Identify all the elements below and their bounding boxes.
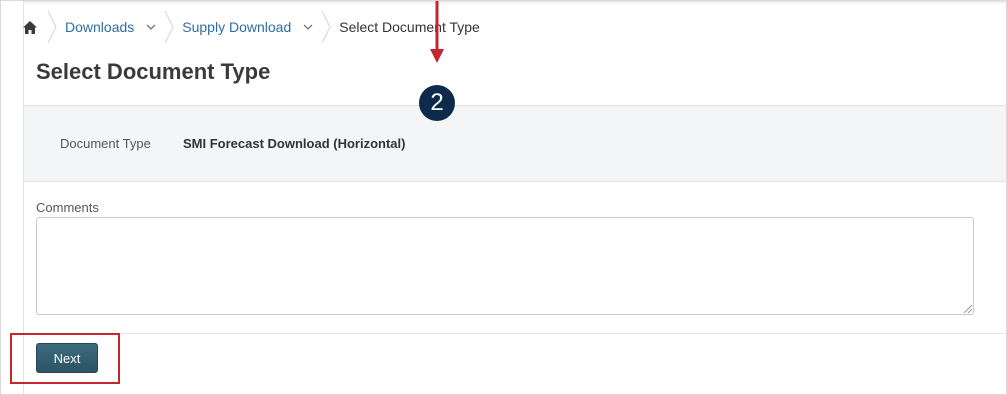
breadcrumb-supply-download-link[interactable]: Supply Download	[182, 19, 291, 35]
page-title: Select Document Type	[36, 59, 271, 84]
document-type-panel: Document Type SMI Forecast Download (Hor…	[24, 105, 1006, 182]
resize-grip-icon[interactable]	[962, 303, 972, 313]
annotation-arrow-icon	[430, 1, 444, 63]
footer-divider	[24, 333, 1006, 334]
chevron-down-icon[interactable]	[301, 20, 315, 34]
next-button[interactable]: Next	[36, 343, 98, 373]
comments-textarea[interactable]	[36, 217, 974, 315]
breadcrumb: Downloads Supply Download Select Documen…	[13, 9, 480, 45]
top-edge	[1, 1, 1006, 4]
comments-label: Comments	[36, 200, 99, 215]
document-type-value: SMI Forecast Download (Horizontal)	[183, 136, 406, 151]
page-frame: Downloads Supply Download Select Documen…	[0, 0, 1007, 395]
breadcrumb-current: Select Document Type	[339, 19, 480, 35]
breadcrumb-separator-icon	[321, 10, 331, 44]
home-icon[interactable]	[19, 16, 41, 38]
breadcrumb-separator-icon	[164, 10, 174, 44]
chevron-down-icon[interactable]	[144, 20, 158, 34]
document-type-label: Document Type	[60, 136, 151, 151]
breadcrumb-separator-icon	[47, 10, 57, 44]
step-badge: 2	[419, 85, 455, 121]
breadcrumb-downloads-link[interactable]: Downloads	[65, 19, 134, 35]
